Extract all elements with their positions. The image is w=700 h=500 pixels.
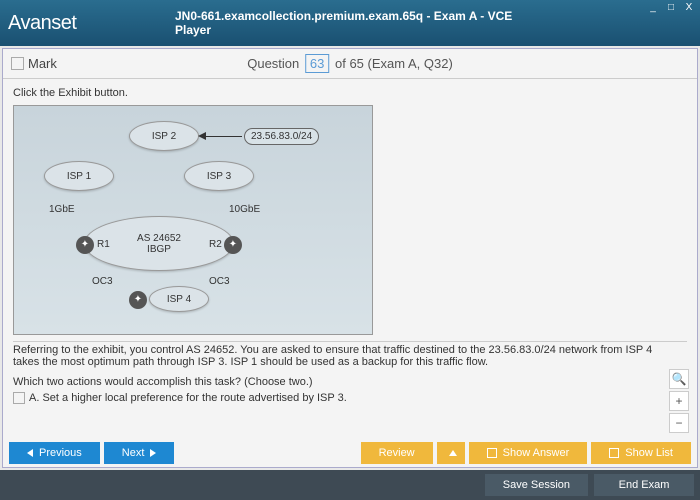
option-a-row: A. Set a higher local preference for the…	[13, 392, 687, 404]
r1-router-icon: ✦	[76, 236, 94, 254]
window-controls: _ □ X	[646, 2, 696, 16]
chevron-up-icon	[449, 450, 457, 456]
question-rest: of 65 (Exam A, Q32)	[335, 56, 453, 71]
show-list-label: Show List	[625, 447, 673, 459]
question-bar: Mark Question 63 of 65 (Exam A, Q32)	[3, 49, 697, 79]
isp4-cloud: ISP 4	[149, 286, 209, 312]
oc3b-label: OC3	[209, 276, 230, 287]
question-body: Click the Exhibit button. ISP 2 23.56.83…	[3, 79, 697, 439]
title-bar: Avanset JN0-661.examcollection.premium.e…	[0, 0, 700, 46]
minimize-icon[interactable]: _	[646, 2, 660, 16]
ibgp-label: IBGP	[147, 244, 171, 255]
show-answer-label: Show Answer	[503, 447, 570, 459]
question-text: Referring to the exhibit, you control AS…	[13, 344, 687, 368]
option-a-text: A. Set a higher local preference for the…	[29, 392, 347, 404]
option-a-checkbox[interactable]	[13, 392, 25, 404]
content-pane: Mark Question 63 of 65 (Exam A, Q32) Cli…	[2, 48, 698, 468]
review-up-button[interactable]	[437, 442, 465, 464]
close-icon[interactable]: X	[682, 2, 696, 16]
previous-label: Previous	[39, 447, 82, 459]
oc3a-label: OC3	[92, 276, 113, 287]
arrow-line	[202, 136, 242, 137]
next-label: Next	[122, 447, 145, 459]
router-bottom-icon: ✦	[129, 291, 147, 309]
isp2-cloud: ISP 2	[129, 121, 199, 151]
search-icon[interactable]: 🔍	[669, 369, 689, 389]
end-exam-button[interactable]: End Exam	[594, 474, 694, 496]
mark-label: Mark	[28, 56, 57, 71]
previous-button[interactable]: Previous	[9, 442, 100, 464]
r2-router-icon: ✦	[224, 236, 242, 254]
nav-button-bar: Previous Next Review Show Answer Show Li…	[3, 439, 697, 467]
gbe1-label: 1GbE	[49, 204, 75, 215]
next-button[interactable]: Next	[104, 442, 175, 464]
exhibit-image: ISP 2 23.56.83.0/24 ISP 1 ISP 3 1GbE 10G…	[13, 105, 373, 335]
window-title: JN0-661.examcollection.premium.exam.65q …	[175, 9, 525, 37]
review-label: Review	[379, 447, 415, 459]
chevron-right-icon	[150, 449, 156, 457]
square-icon	[609, 448, 619, 458]
arrow-head-icon	[198, 132, 206, 140]
question-number[interactable]: 63	[305, 54, 329, 73]
as-label: AS 24652	[137, 233, 181, 244]
r2-label: R2	[209, 239, 222, 250]
isp1-cloud: ISP 1	[44, 161, 114, 191]
network-label: 23.56.83.0/24	[244, 128, 319, 145]
mark-checkbox[interactable]	[11, 57, 24, 70]
zoom-out-button[interactable]: −	[669, 413, 689, 433]
side-tools: 🔍 + −	[669, 369, 689, 433]
save-session-button[interactable]: Save Session	[485, 474, 588, 496]
r1-label: R1	[97, 239, 110, 250]
chevron-left-icon	[27, 449, 33, 457]
footer-button-bar: Save Session End Exam	[0, 470, 700, 500]
exhibit-instruction: Click the Exhibit button.	[13, 87, 687, 99]
maximize-icon[interactable]: □	[664, 2, 678, 16]
show-list-button[interactable]: Show List	[591, 442, 691, 464]
show-answer-button[interactable]: Show Answer	[469, 442, 588, 464]
square-icon	[487, 448, 497, 458]
gbe10-label: 10GbE	[229, 204, 260, 215]
app-logo: Avanset	[8, 12, 76, 35]
isp3-cloud: ISP 3	[184, 161, 254, 191]
question-prompt: Which two actions would accomplish this …	[13, 376, 687, 388]
question-word: Question	[247, 56, 299, 71]
question-counter: Question 63 of 65 (Exam A, Q32)	[247, 54, 453, 73]
zoom-in-button[interactable]: +	[669, 391, 689, 411]
review-button[interactable]: Review	[361, 442, 433, 464]
